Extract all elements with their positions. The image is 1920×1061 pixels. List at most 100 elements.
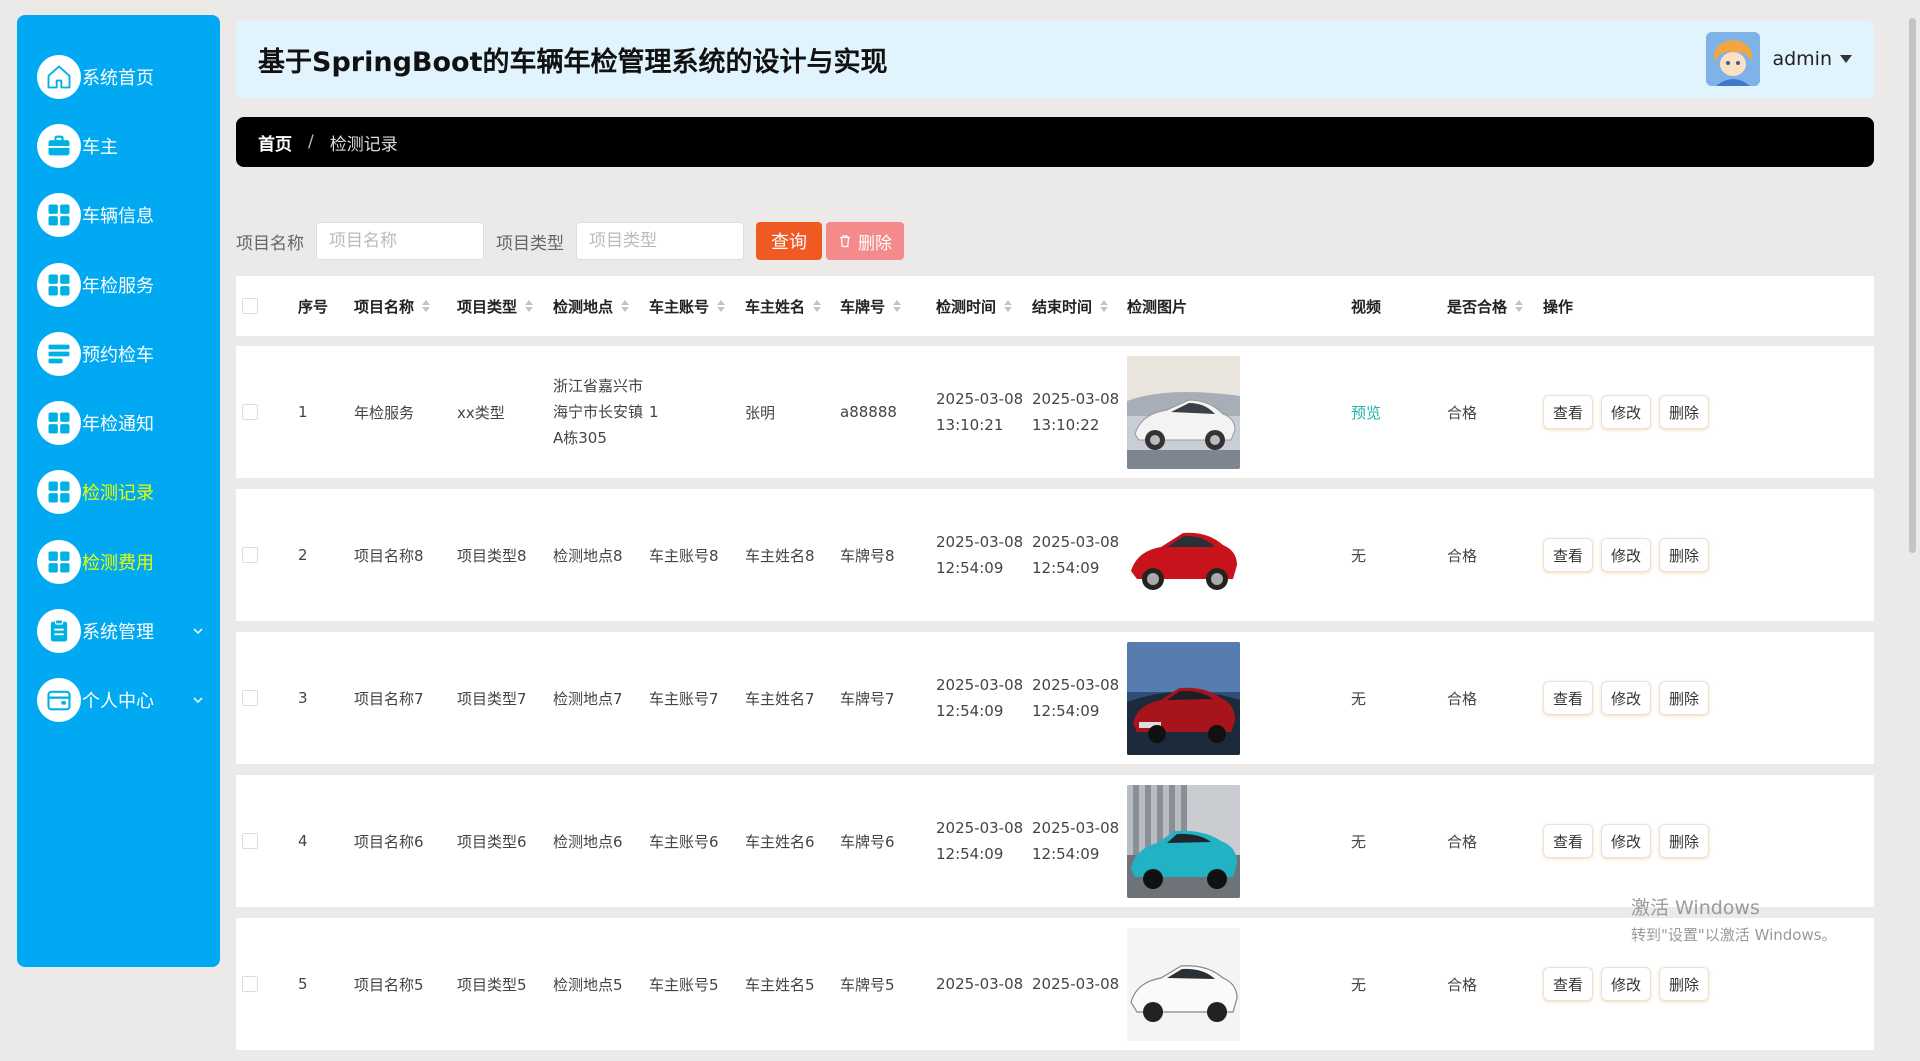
project-name-input[interactable] bbox=[316, 222, 484, 260]
view-button[interactable]: 查看 bbox=[1543, 681, 1594, 715]
col-project-name[interactable]: 项目名称 bbox=[354, 276, 431, 336]
col-location[interactable]: 检测地点 bbox=[553, 276, 630, 336]
cell-owner-account: 车主账号8 bbox=[649, 546, 719, 565]
top-header: 基于SpringBoot的车辆年检管理系统的设计与实现 admin bbox=[236, 20, 1874, 98]
cell-project-name: 项目名称5 bbox=[354, 975, 424, 994]
cell-index: 1 bbox=[298, 403, 308, 421]
car-photo[interactable] bbox=[1127, 498, 1240, 612]
col-plate[interactable]: 车牌号 bbox=[840, 276, 902, 336]
delete-button[interactable]: 删除 bbox=[1659, 967, 1710, 1001]
video-preview-link[interactable]: 预览 bbox=[1351, 402, 1381, 423]
table-row: 2 项目名称8 项目类型8 检测地点8 车主账号8 车主姓名8 车牌号8 202… bbox=[236, 489, 1874, 621]
view-button[interactable]: 查看 bbox=[1543, 967, 1594, 1001]
username[interactable]: admin bbox=[1772, 48, 1832, 70]
edit-button[interactable]: 修改 bbox=[1601, 681, 1652, 715]
sidebar-item-notice[interactable]: 年检通知 bbox=[17, 388, 220, 457]
cell-project-type: xx类型 bbox=[457, 403, 505, 422]
sidebar: 系统首页 车主 车辆信息 年检服务 预约检车 年检通知 检测记录 检测费用 系统… bbox=[17, 15, 220, 967]
sidebar-item-inspection-record[interactable]: 检测记录 bbox=[17, 458, 220, 527]
sort-icon[interactable] bbox=[813, 300, 822, 312]
cell-check-time: 2025-03-08 12:54:09 bbox=[936, 775, 1023, 907]
header-checkbox-cell bbox=[242, 276, 258, 336]
batch-delete-button[interactable]: 删除 bbox=[826, 222, 904, 260]
col-check-time[interactable]: 检测时间 bbox=[936, 276, 1013, 336]
cell-check-time: 2025-03-08 12:54:09 bbox=[936, 632, 1023, 764]
page-scrollbar[interactable] bbox=[1906, 0, 1920, 981]
col-video-label: 视频 bbox=[1351, 297, 1382, 316]
cell-owner-account: 车主账号6 bbox=[649, 832, 719, 851]
sort-icon[interactable] bbox=[621, 300, 630, 312]
sidebar-item-vehicle-info[interactable]: 车辆信息 bbox=[17, 181, 220, 250]
sort-icon[interactable] bbox=[717, 300, 726, 312]
sidebar-item-owner[interactable]: 车主 bbox=[17, 111, 220, 180]
grid-icon bbox=[37, 401, 81, 446]
sort-icon[interactable] bbox=[525, 300, 534, 312]
sort-icon[interactable] bbox=[1004, 300, 1013, 312]
view-button[interactable]: 查看 bbox=[1543, 538, 1594, 572]
col-end-time[interactable]: 结束时间 bbox=[1032, 276, 1109, 336]
sidebar-item-inspection-service[interactable]: 年检服务 bbox=[17, 250, 220, 319]
breadcrumb-home[interactable]: 首页 bbox=[258, 130, 292, 155]
cell-end-time: 2025-03-08 12:54:09 bbox=[1032, 632, 1119, 764]
sidebar-item-label: 年检通知 bbox=[82, 414, 154, 436]
row-checkbox[interactable] bbox=[242, 833, 258, 849]
cell-actions: 查看 修改 删除 bbox=[1543, 632, 1717, 764]
row-checkbox[interactable] bbox=[242, 404, 258, 420]
cell-end-time-text: 2025-03-08 13:10:22 bbox=[1032, 386, 1119, 438]
cell-index: 2 bbox=[298, 546, 308, 564]
sort-icon[interactable] bbox=[893, 300, 902, 312]
sort-icon[interactable] bbox=[422, 300, 431, 312]
col-project-type[interactable]: 项目类型 bbox=[457, 276, 534, 336]
user-menu[interactable]: admin bbox=[1706, 32, 1852, 86]
view-button[interactable]: 查看 bbox=[1543, 824, 1594, 858]
check-date: 2025-03-08 bbox=[936, 819, 1024, 837]
check-clock: 12:54:09 bbox=[936, 845, 1004, 863]
check-clock: 12:54:09 bbox=[936, 702, 1004, 720]
edit-button[interactable]: 修改 bbox=[1601, 538, 1652, 572]
car-photo[interactable] bbox=[1127, 927, 1240, 1041]
delete-button[interactable]: 删除 bbox=[1659, 538, 1710, 572]
sidebar-item-personal-center[interactable]: 个人中心 bbox=[17, 666, 220, 735]
car-photo[interactable] bbox=[1127, 784, 1240, 898]
select-all-checkbox[interactable] bbox=[242, 298, 258, 314]
row-checkbox[interactable] bbox=[242, 690, 258, 706]
row-checkbox-cell bbox=[242, 918, 258, 1050]
sidebar-item-booking[interactable]: 预约检车 bbox=[17, 319, 220, 388]
avatar[interactable] bbox=[1706, 32, 1761, 86]
home-icon bbox=[37, 54, 81, 99]
windows-activation-watermark: 激活 Windows 转到"设置"以激活 Windows。 bbox=[1631, 893, 1837, 945]
sidebar-item-home[interactable]: 系统首页 bbox=[17, 42, 220, 111]
col-owner-account[interactable]: 车主账号 bbox=[649, 276, 726, 336]
sidebar-item-system-management[interactable]: 系统管理 bbox=[17, 596, 220, 665]
car-photo[interactable] bbox=[1127, 355, 1240, 469]
col-check-time-label: 检测时间 bbox=[936, 297, 997, 316]
project-type-input[interactable] bbox=[576, 222, 744, 260]
sort-icon[interactable] bbox=[1515, 300, 1524, 312]
sidebar-item-inspection-fee[interactable]: 检测费用 bbox=[17, 527, 220, 596]
table-header: 序号 项目名称 项目类型 检测地点 车主账号 车主姓名 车牌号 检测时间 结束时… bbox=[236, 276, 1874, 336]
sort-icon[interactable] bbox=[1100, 300, 1109, 312]
row-checkbox[interactable] bbox=[242, 547, 258, 563]
check-date: 2025-03-08 bbox=[936, 390, 1024, 408]
edit-button[interactable]: 修改 bbox=[1601, 395, 1652, 429]
row-checkbox[interactable] bbox=[242, 976, 258, 992]
query-button[interactable]: 查询 bbox=[756, 222, 822, 260]
delete-button[interactable]: 删除 bbox=[1659, 395, 1710, 429]
sidebar-item-label: 系统管理 bbox=[82, 622, 154, 644]
cell-location: 浙江省嘉兴市海宁市长安镇A栋305 bbox=[553, 346, 647, 478]
trash-icon bbox=[840, 235, 850, 248]
scrollbar-thumb[interactable] bbox=[1909, 18, 1916, 553]
cell-end-time: 2025-03-08 bbox=[1032, 918, 1119, 1050]
grid-icon bbox=[37, 470, 81, 515]
col-qualified[interactable]: 是否合格 bbox=[1447, 276, 1524, 336]
edit-button[interactable]: 修改 bbox=[1601, 824, 1652, 858]
view-button[interactable]: 查看 bbox=[1543, 395, 1594, 429]
delete-button[interactable]: 删除 bbox=[1659, 824, 1710, 858]
sidebar-item-label: 车辆信息 bbox=[82, 206, 154, 228]
car-photo[interactable] bbox=[1127, 641, 1240, 755]
delete-button[interactable]: 删除 bbox=[1659, 681, 1710, 715]
caret-down-icon[interactable] bbox=[1840, 54, 1852, 64]
col-owner-name[interactable]: 车主姓名 bbox=[745, 276, 822, 336]
table-row: 4 项目名称6 项目类型6 检测地点6 车主账号6 车主姓名6 车牌号6 202… bbox=[236, 775, 1874, 907]
edit-button[interactable]: 修改 bbox=[1601, 967, 1652, 1001]
